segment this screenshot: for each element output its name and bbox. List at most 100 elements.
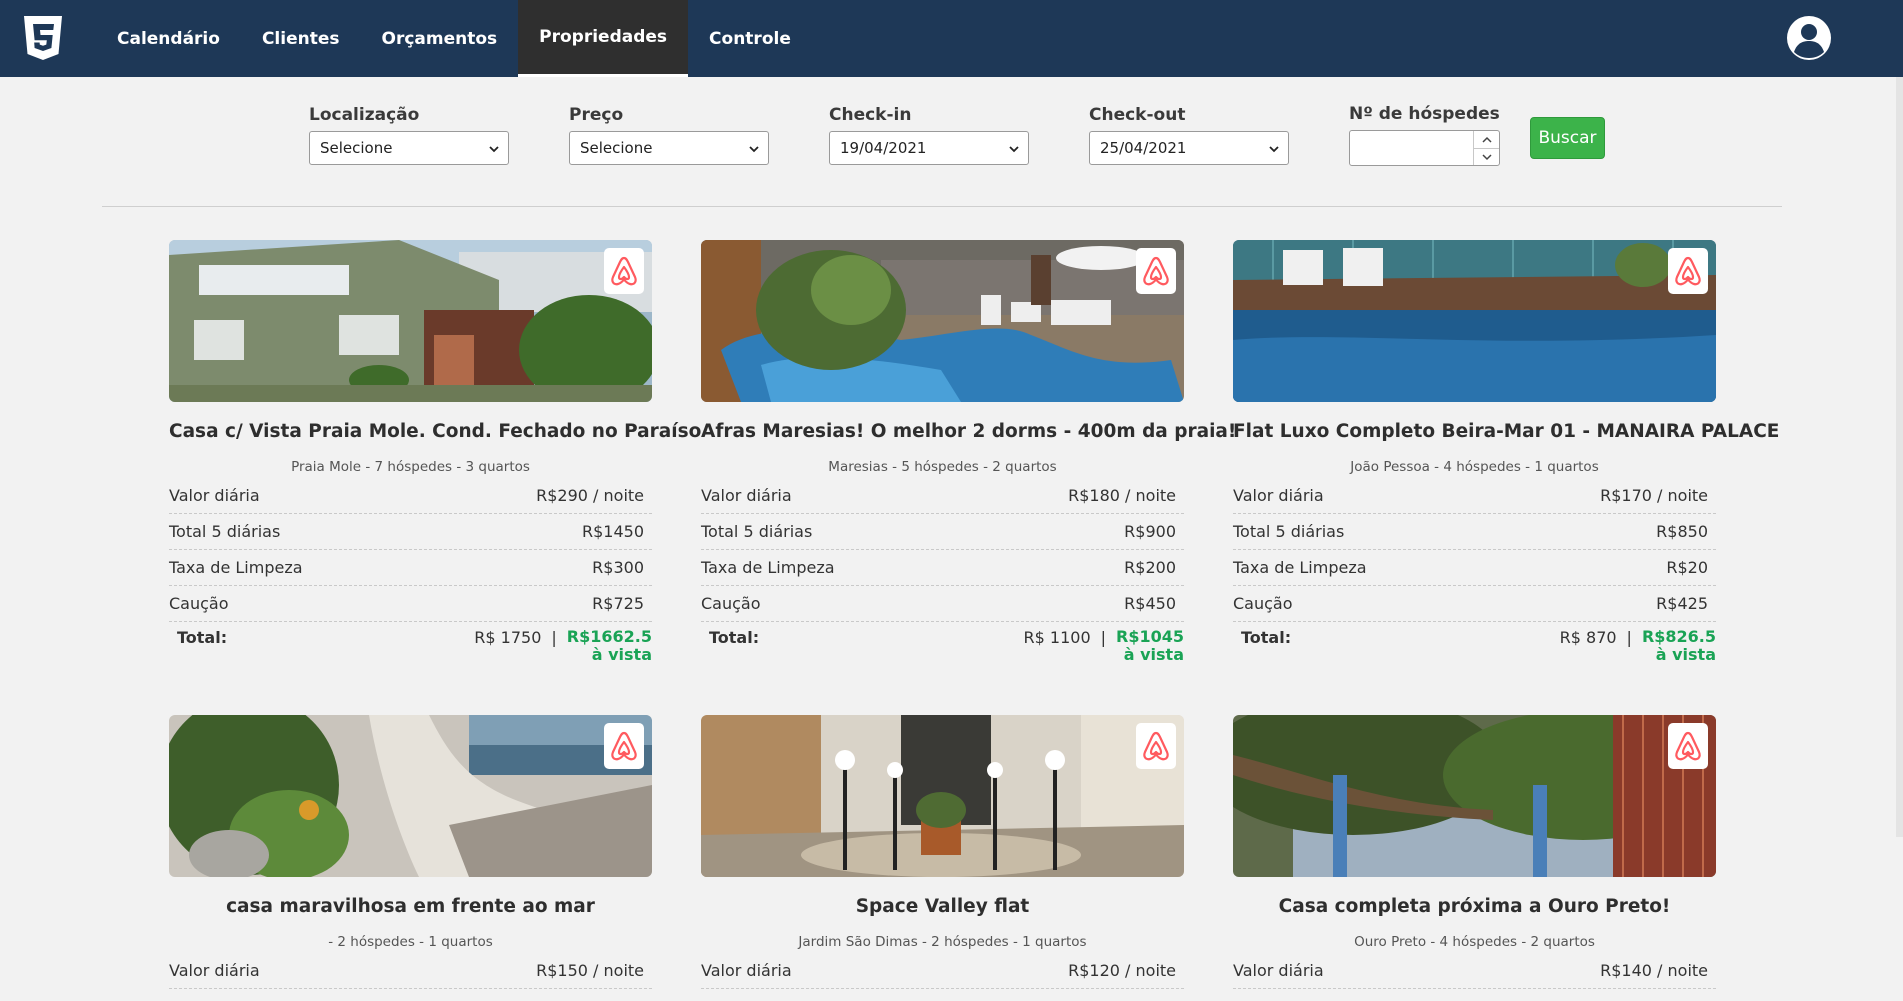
nav-controle[interactable]: Controle (688, 0, 812, 77)
nav-calendario[interactable]: Calendário (96, 0, 241, 77)
property-photo[interactable] (169, 240, 652, 402)
row-label: Taxa de Limpeza (169, 558, 303, 577)
price-row-cleaning: Taxa de Limpeza R$20 (1233, 550, 1716, 586)
total-values: R$ 870 | R$826.5 à vista (1560, 628, 1716, 664)
property-photo[interactable] (701, 715, 1184, 877)
guests-input[interactable] (1349, 130, 1500, 166)
property-subtitle: Praia Mole - 7 hóspedes - 3 quartos (291, 459, 530, 475)
nav-clientes[interactable]: Clientes (241, 0, 361, 77)
price-row-deposit: Caução R$450 (701, 586, 1184, 622)
nav-orcamentos[interactable]: Orçamentos (361, 0, 519, 77)
price-row-daily: Valor diária R$180 / noite (701, 478, 1184, 514)
row-value: R$20 (1666, 558, 1708, 577)
total-values: R$ 1100 | R$1045 à vista (1024, 628, 1184, 664)
checkout-select[interactable]: 25/04/2021 (1089, 131, 1289, 165)
row-label: Caução (169, 594, 229, 613)
total-value: R$ 870 (1559, 628, 1617, 647)
top-navbar: Calendário Clientes Orçamentos Proprieda… (0, 0, 1903, 77)
property-photo[interactable] (701, 240, 1184, 402)
total-label: Total: (177, 628, 228, 647)
cash-value: R$1045 (1116, 627, 1184, 646)
stepper-up-icon[interactable] (1474, 131, 1499, 148)
row-label: Total 5 diárias (169, 522, 281, 541)
row-value: R$425 (1656, 594, 1708, 613)
property-subtitle: Maresias - 5 hóspedes - 2 quartos (828, 459, 1057, 475)
sea-view-photo (169, 715, 652, 877)
property-subtitle: - 2 hóspedes - 1 quartos (328, 934, 493, 950)
stepper-down-icon[interactable] (1474, 148, 1499, 165)
chevron-down-icon (749, 146, 759, 153)
price-value: Selecione (580, 139, 653, 157)
airbnb-badge[interactable] (1668, 723, 1708, 769)
property-card[interactable]: Casa completa próxima a Ouro Preto! Ouro… (1233, 715, 1716, 989)
user-circle-icon[interactable] (1785, 14, 1833, 62)
property-card[interactable]: Space Valley flat Jardim São Dimas - 2 h… (701, 715, 1184, 989)
property-title[interactable]: Afras Maresias! O melhor 2 dorms - 400m … (701, 421, 1236, 445)
cash-note: à vista (1655, 645, 1716, 664)
location-select[interactable]: Selecione (309, 131, 509, 165)
airbnb-badge[interactable] (1136, 248, 1176, 294)
property-card[interactable]: Flat Luxo Completo Beira-Mar 01 - MANAIR… (1233, 240, 1779, 666)
nav-propriedades[interactable]: Propriedades (518, 0, 689, 77)
property-title[interactable]: Space Valley flat (701, 896, 1184, 920)
filter-checkout: Check-out 25/04/2021 (1089, 105, 1289, 165)
property-title[interactable]: Casa c/ Vista Praia Mole. Cond. Fechado … (169, 421, 701, 445)
row-label: Total 5 diárias (1233, 522, 1345, 541)
chevron-down-icon (1269, 146, 1279, 153)
search-button[interactable]: Buscar (1530, 117, 1605, 159)
price-row-total-days: Total 5 diárias R$850 (1233, 514, 1716, 550)
price-breakdown: Valor diária R$120 / noite (701, 953, 1184, 989)
price-row-cleaning: Taxa de Limpeza R$200 (701, 550, 1184, 586)
row-label: Valor diária (169, 961, 260, 980)
property-subtitle: João Pessoa - 4 hóspedes - 1 quartos (1350, 459, 1599, 475)
css3-logo-icon[interactable] (21, 14, 65, 62)
property-title[interactable]: Casa completa próxima a Ouro Preto! (1233, 896, 1716, 920)
page-scrollbar[interactable] (1896, 77, 1903, 1001)
filter-guests: Nº de hóspedes (1349, 104, 1500, 166)
row-value: R$180 / noite (1068, 486, 1176, 505)
property-card[interactable]: casa maravilhosa em frente ao mar - 2 hó… (169, 715, 652, 989)
checkin-select[interactable]: 19/04/2021 (829, 131, 1029, 165)
property-photo[interactable] (169, 715, 652, 877)
property-card[interactable]: Afras Maresias! O melhor 2 dorms - 400m … (701, 240, 1236, 666)
forest-house-photo (1233, 715, 1716, 877)
row-value: R$140 / noite (1600, 961, 1708, 980)
price-row-daily: Valor diária R$290 / noite (169, 478, 652, 514)
cash-note: à vista (591, 645, 652, 664)
total-value: R$ 1100 (1023, 628, 1091, 647)
airbnb-icon (611, 731, 637, 761)
row-value: R$1450 (581, 522, 644, 541)
airbnb-badge[interactable] (1136, 723, 1176, 769)
row-value: R$300 (592, 558, 644, 577)
property-photo[interactable] (1233, 240, 1716, 402)
airbnb-badge[interactable] (604, 248, 644, 294)
property-photo[interactable] (1233, 715, 1716, 877)
guests-stepper[interactable] (1473, 131, 1499, 165)
property-card[interactable]: Casa c/ Vista Praia Mole. Cond. Fechado … (169, 240, 701, 666)
row-value: R$900 (1124, 522, 1176, 541)
row-value: R$150 / noite (536, 961, 644, 980)
price-breakdown: Valor diária R$290 / noite Total 5 diária… (169, 478, 652, 666)
cash-value: R$1662.5 (566, 627, 652, 646)
scrollbar-thumb[interactable] (1896, 77, 1903, 837)
cash-note: à vista (1123, 645, 1184, 664)
airbnb-badge[interactable] (604, 723, 644, 769)
property-title[interactable]: casa maravilhosa em frente ao mar (169, 896, 652, 920)
cash-value: R$826.5 (1641, 627, 1716, 646)
airbnb-badge[interactable] (1668, 248, 1708, 294)
row-label: Caução (1233, 594, 1293, 613)
location-value: Selecione (320, 139, 393, 157)
main-nav: Calendário Clientes Orçamentos Proprieda… (96, 0, 812, 77)
filter-price: Preço Selecione (569, 105, 769, 165)
row-label: Taxa de Limpeza (1233, 558, 1367, 577)
pool-photo (701, 240, 1184, 402)
row-value: R$450 (1124, 594, 1176, 613)
total-label: Total: (709, 628, 760, 647)
price-row-daily: Valor diária R$140 / noite (1233, 953, 1716, 989)
price-breakdown: Valor diária R$180 / noite Total 5 diária… (701, 478, 1184, 666)
price-row-cleaning: Taxa de Limpeza R$300 (169, 550, 652, 586)
property-title[interactable]: Flat Luxo Completo Beira-Mar 01 - MANAIR… (1233, 421, 1779, 445)
price-select[interactable]: Selecione (569, 131, 769, 165)
price-row-total-days: Total 5 diárias R$1450 (169, 514, 652, 550)
price-row-daily: Valor diária R$170 / noite (1233, 478, 1716, 514)
